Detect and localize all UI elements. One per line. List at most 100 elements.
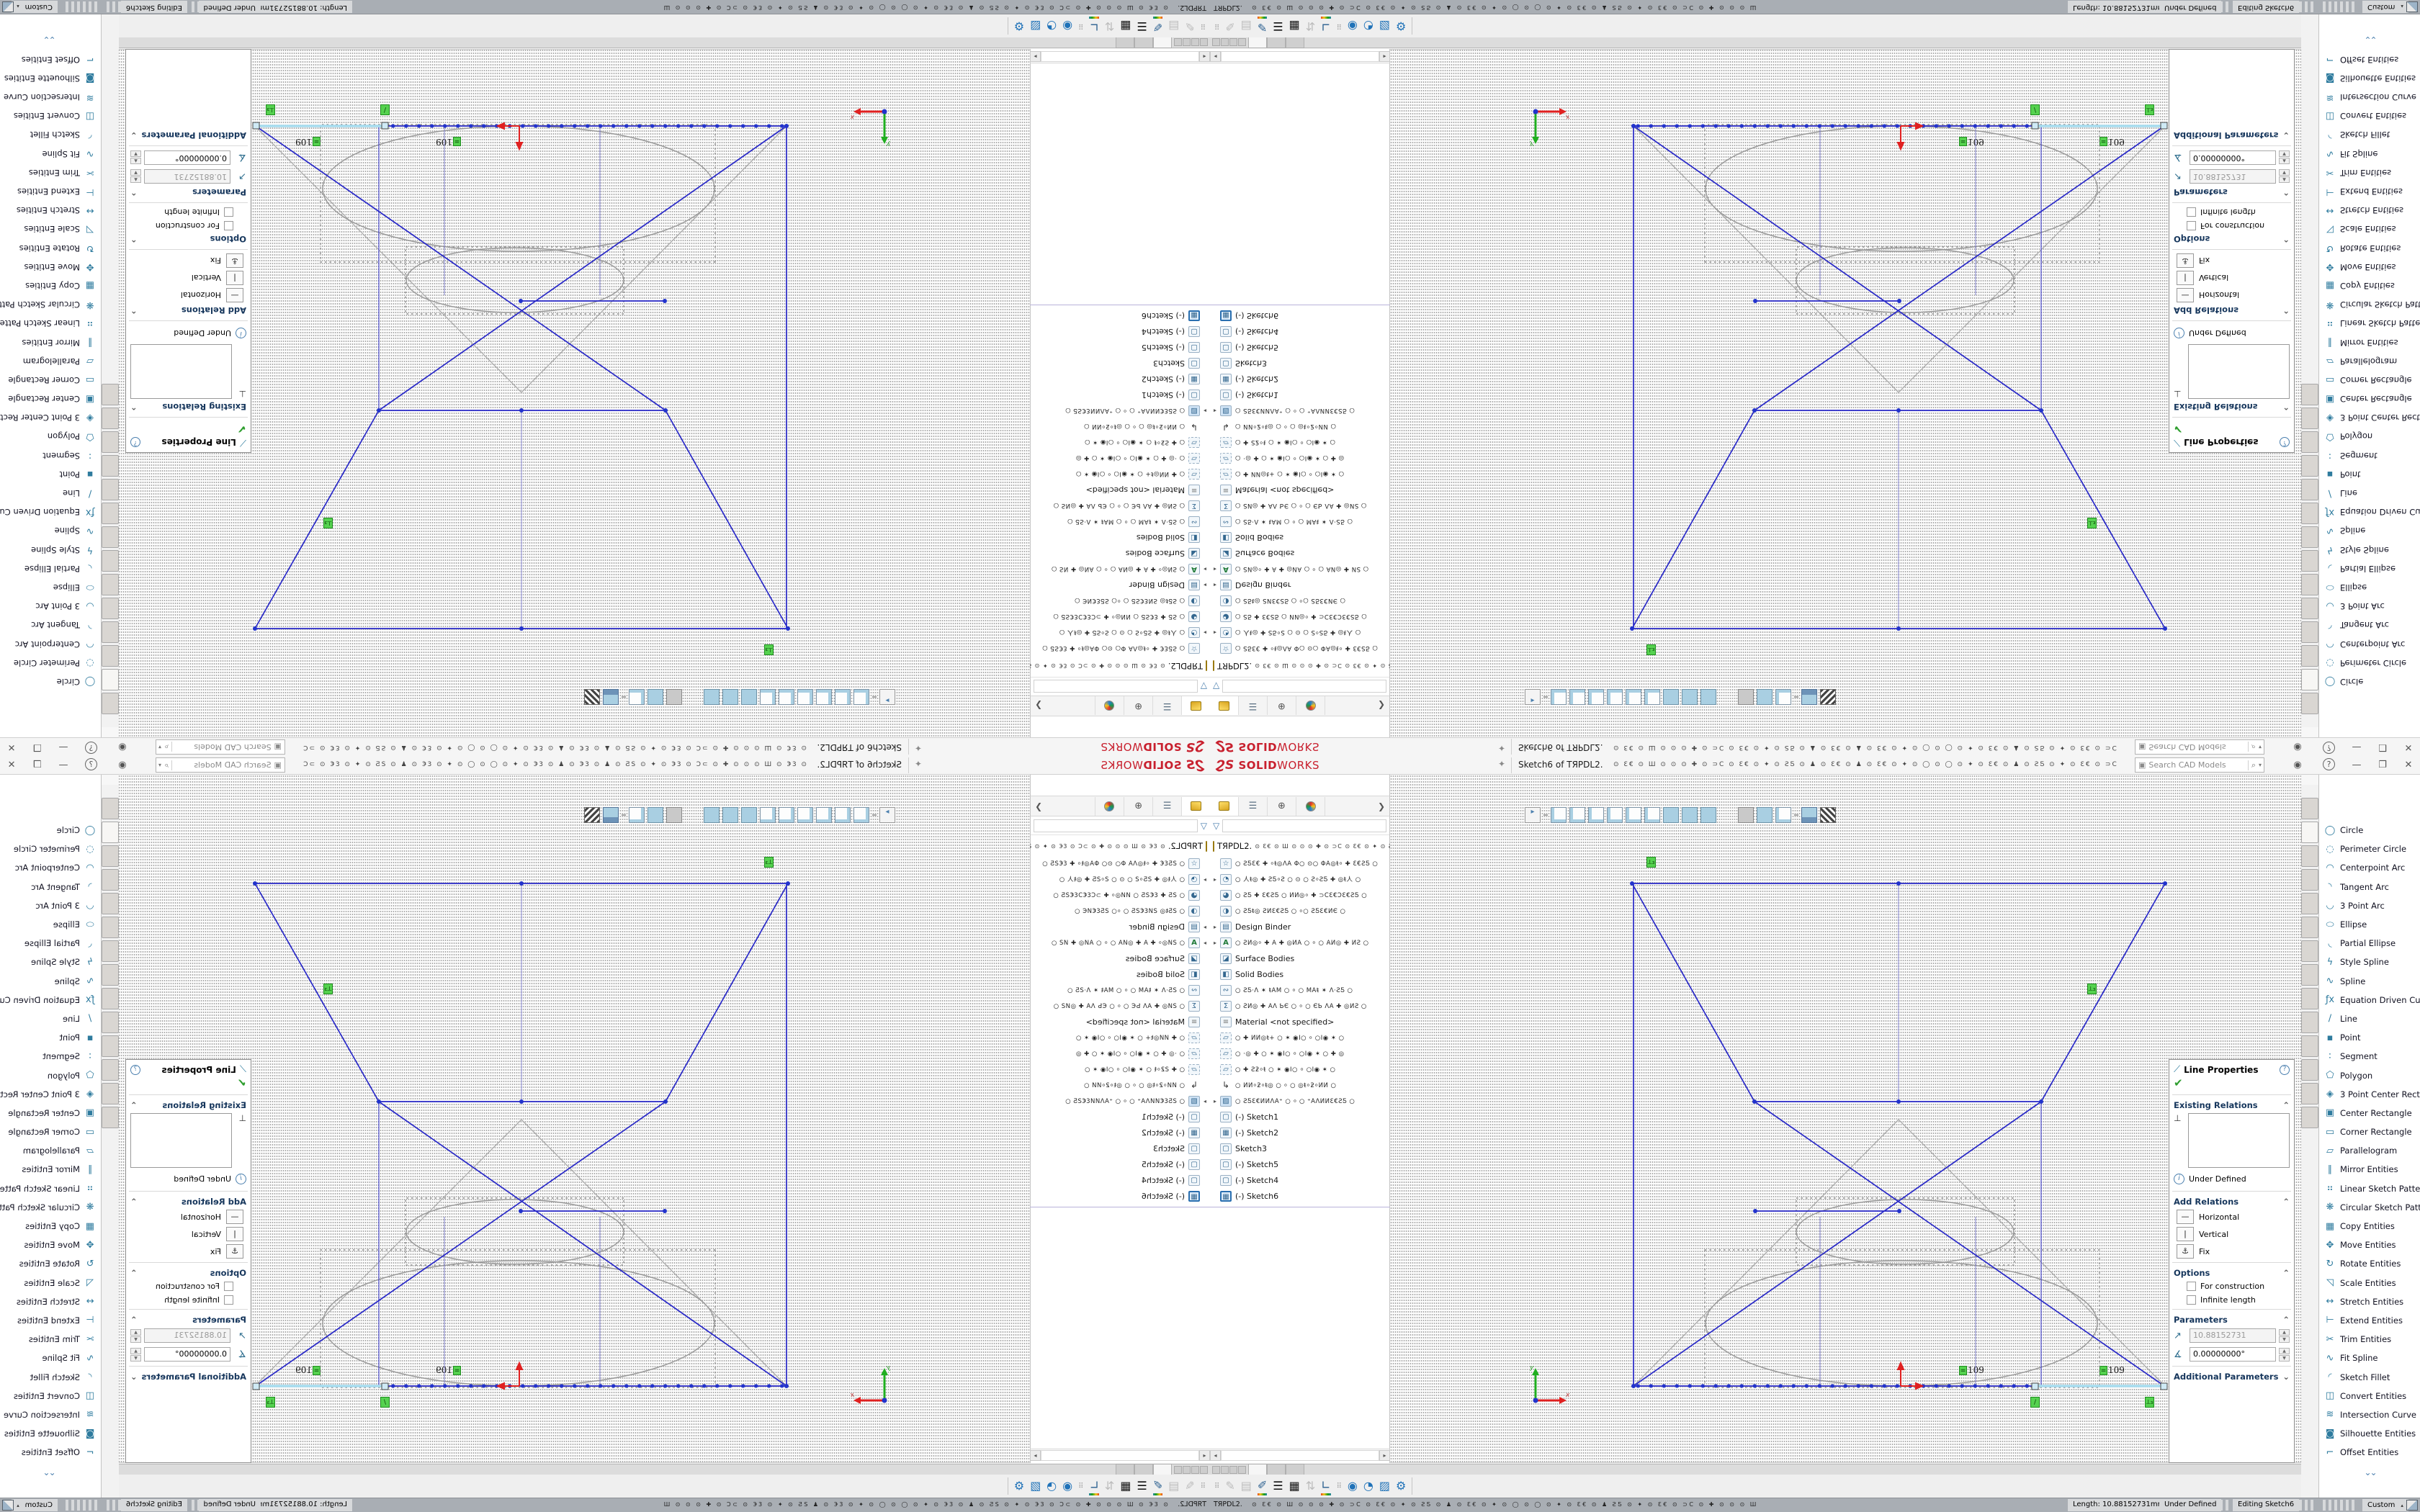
add-relations-header[interactable]: Add Relations⌃ [126, 304, 251, 318]
tree-item[interactable]: Σ ○ ƧИ◎ ✚ AɅ ƄЄ ○ ⸰ ○ ЄƄ ɅA ✚ ◎ИƧ ○ [1030, 998, 1210, 1014]
tool-button[interactable]: ↻ Rotate Entities [0, 239, 101, 258]
tool-button[interactable]: ▦ Copy Entities [2319, 1217, 2420, 1236]
filter-icon[interactable]: ▽ [1201, 682, 1207, 692]
checkbox[interactable] [224, 1295, 233, 1305]
dimension-label[interactable]: = 109 [436, 1365, 461, 1375]
expand-arrow-icon[interactable]: ▸ [1200, 1098, 1210, 1104]
tree-item[interactable]: ▢ (-) Sketch1 [1210, 1109, 1390, 1125]
display-bars-icon[interactable]: ☰ [1137, 18, 1147, 34]
view-orientation-icon[interactable] [1738, 807, 1754, 823]
collapse-icon[interactable]: ⌃ [2282, 187, 2290, 197]
tab-nav-icon[interactable] [1221, 1466, 1229, 1474]
tab-featuremanager[interactable] [1181, 697, 1210, 716]
collapse-icon[interactable]: ⌃ [2282, 1315, 2290, 1325]
tab-nav-icon[interactable] [1212, 38, 1220, 46]
tree-item[interactable]: ▸ ◔ ○ 人ŧ◎ ✚ ƧƼ⸰Ƨ ○ ⊙ ○ Ƨ⸰ƧƼ ✚ ◎ŧ人 ○ [1210, 625, 1390, 641]
tree-item[interactable]: ▸ A ○ ƧИ◎⸰ ✚ A ✚ ◎ИA ○ ⸰ ○ AИ◎ ✚ ИƧ ○ [1030, 562, 1210, 577]
tree-item[interactable]: ▱ ○ ·◎ ✚ ○ ✶ ◉I○ ⸰ ○I◉ ✶ ○ ✚ ◎ [1210, 451, 1390, 467]
tree-item[interactable]: ∾ ○ ƧƼ·Ʌ ✶ ŧAM ○ ⸰ ○ MAŧ ✶ Ʌ·ƧƼ ○ [1030, 514, 1210, 530]
length-field[interactable]: 10.88152731 [2190, 169, 2276, 184]
tool-button[interactable]: ƒx Equation Driven Curve [0, 991, 101, 1009]
menu-item[interactable] [1328, 737, 1345, 756]
filter-input[interactable] [1034, 819, 1198, 832]
tree-item[interactable]: ☆ ○ ƧƼƐ€ ✚ ⸰ŧ◎ɅA Φ○ ⊙○ ΦA◎ŧ⸰ ✚ Ɛ€ƧƼ ○ [1210, 855, 1390, 871]
datum-icon[interactable]: ∟ [1089, 17, 1098, 35]
command-tab[interactable] [2301, 479, 2318, 500]
tree-item[interactable]: ▱ ○ ✚ Ƨƻ⸰ŧ ○ ✶ ◉I○ ⸰ ○I◉ ✶ ○ [1030, 1061, 1210, 1077]
tool-button[interactable]: ⬭ Ellipse [0, 915, 101, 934]
tree-item[interactable]: ∾ ○ ƧƼ·Ʌ ✶ ŧAM ○ ⸰ ○ MAŧ ✶ Ʌ·ƧƼ ○ [1210, 982, 1390, 998]
view-orientation-icon[interactable] [1820, 689, 1836, 705]
command-tab[interactable] [102, 1059, 119, 1081]
tool-button[interactable]: ❋ Circular Sketch Pattern [0, 1198, 101, 1217]
relations-list[interactable] [2188, 344, 2290, 399]
tab-nav-icon[interactable] [1238, 38, 1246, 46]
view-orientation-icon[interactable] [1820, 807, 1836, 823]
view-orientation-icon[interactable] [685, 807, 701, 823]
search-dropdown-icon[interactable]: ▾ [156, 744, 161, 750]
brush-icon[interactable]: ✐ [1258, 17, 1267, 35]
gear-icon[interactable]: ⚙ [1014, 1478, 1024, 1494]
tree-item[interactable]: ◑ ○ ƧƼŧ◎ ƧИƐ€ƧƼ ○ ⸰○ ƧƼƐ€ИЄ ○ [1030, 593, 1210, 609]
command-tab[interactable] [2301, 964, 2318, 986]
toolbar-grip[interactable]: ⠿ [1078, 1482, 1083, 1490]
tree-item[interactable]: ▱ ○ ·◎ ✚ ○ ✶ ◉I○ ⸰ ○I◉ ✶ ○ ✚ ◎ [1210, 1045, 1390, 1061]
options-header[interactable]: Options⌃ [126, 233, 251, 247]
command-tab[interactable] [2301, 988, 2318, 1009]
help-icon[interactable]: ? [2280, 1065, 2290, 1075]
tool-button[interactable]: ↻ Rotate Entities [2319, 239, 2420, 258]
tool-button[interactable]: ◌ Perimeter Circle [2319, 654, 2420, 672]
view-orientation-icon[interactable] [1525, 689, 1541, 705]
tool-button[interactable]: ◯ Circle [2319, 672, 2420, 691]
tree-item[interactable]: ▸ ▤ Design Binder [1030, 919, 1210, 935]
tree-item[interactable]: ▢ Sketch3 [1030, 356, 1210, 372]
folder-check-icon[interactable]: ▨ [1030, 1478, 1041, 1494]
help-icon[interactable]: ? [2280, 438, 2290, 448]
menu-item[interactable] [1363, 756, 1380, 775]
tool-button[interactable]: ◈ 3 Point Center Recta... [2319, 408, 2420, 427]
view-orientation-icon[interactable] [1569, 689, 1585, 705]
camera-clock-icon[interactable]: ◉ [1348, 1478, 1358, 1494]
command-tab[interactable] [2301, 693, 2318, 714]
tool-button[interactable]: ▦ Copy Entities [2319, 276, 2420, 295]
expand-arrow-icon[interactable]: ▸ [1200, 408, 1210, 415]
tool-button[interactable]: ⬭ Ellipse [0, 578, 101, 597]
menu-item[interactable] [1328, 756, 1345, 775]
command-tab[interactable] [102, 822, 119, 843]
expand-arrow-icon[interactable]: ▸ [1200, 924, 1210, 930]
tool-button[interactable]: ▣ Center Rectangle [0, 390, 101, 408]
spinner[interactable]: ▲▼ [2279, 151, 2290, 165]
view-orientation-icon[interactable] [879, 689, 895, 705]
tree-item[interactable]: ◑ ○ ƧƼŧ◎ ƧИƐ€ƧƼ ○ ⸰○ ƧƼƐ€ИЄ ○ [1210, 593, 1390, 609]
tool-button[interactable]: ◟ Partial Ellipse [2319, 934, 2420, 953]
tree-item[interactable]: ↳ ○ ИИ⸰ƻ⸰ŧ◎ ○ ⸰ ○ ◎ŧ⸰ƻ⸰ИИ ○ [1030, 419, 1210, 435]
length-field[interactable]: 10.88152731 [144, 1328, 230, 1343]
command-tab[interactable] [102, 550, 119, 572]
tool-button[interactable]: ↔ Stretch Entities [2319, 1292, 2420, 1311]
tool-button[interactable]: ∿ Spline [0, 972, 101, 991]
scroll-track[interactable] [1041, 1450, 1199, 1461]
perpendicular-relation-badge[interactable]: ⟂₃ [764, 644, 774, 655]
command-tab[interactable] [2301, 574, 2318, 595]
perpendicular-relation-badge[interactable]: ⟂₃ [323, 984, 333, 994]
tool-button[interactable]: ⬠ Polygon [0, 1066, 101, 1084]
tool-button[interactable]: ◠ Centerpoint Arc [0, 634, 101, 653]
tool-button[interactable]: ◡ 3 Point Arc [0, 896, 101, 915]
spinner[interactable]: ▲▼ [130, 1329, 141, 1343]
tool-button[interactable]: ≋ Intersection Curve [0, 88, 101, 107]
spinner[interactable]: ▲▼ [2279, 170, 2290, 184]
tool-button[interactable]: ϟ Style Spline [2319, 953, 2420, 971]
tree-item[interactable]: ▸ ▨ ○ ƧƼƐ€ИИɅA⁺ ○ ⸰ ○ ⁺AɅИИƐ€ƧƼ ○ [1030, 403, 1210, 419]
collapse-icon[interactable]: ⌃ [130, 402, 138, 412]
tab-nav-icon[interactable] [1174, 1466, 1182, 1474]
pin-icon[interactable]: ✦ [915, 743, 922, 753]
tool-button[interactable]: ◡ 3 Point Arc [2319, 896, 2420, 915]
view-orientation-icon[interactable] [741, 807, 757, 823]
view-orientation-icon[interactable] [797, 807, 813, 823]
command-tab[interactable] [102, 621, 119, 643]
command-tab[interactable] [2301, 822, 2318, 843]
collapse-icon[interactable]: ⌃ [130, 305, 138, 315]
tool-button[interactable]: ⊢ Extend Entities [0, 182, 101, 201]
additional-parameters-header[interactable]: Additional Parameters⌄ [2169, 129, 2294, 143]
expand-icon[interactable]: ⌄ [130, 1372, 138, 1382]
